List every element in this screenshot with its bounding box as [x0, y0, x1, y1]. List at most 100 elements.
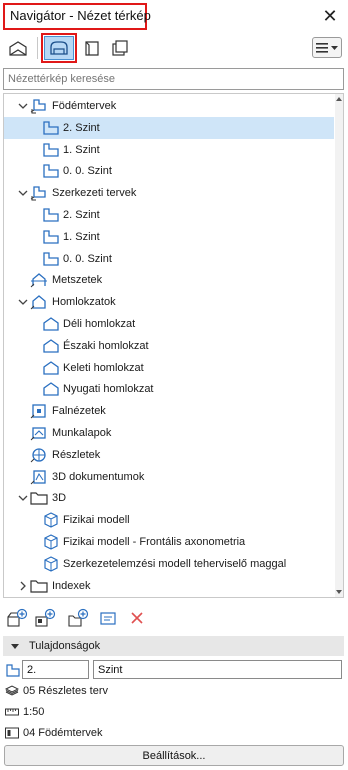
tree-item-label: Fizikai modell - Frontális axonometria [63, 536, 246, 548]
scale-row[interactable]: 1:50 [3, 702, 44, 722]
tree-item-label: 2. Szint [63, 121, 100, 134]
floor-plan-icon [42, 250, 60, 268]
tree-item-label: Falnézetek [52, 405, 106, 418]
floor-plan-folder-icon [30, 184, 48, 202]
tree-item[interactable]: 1. Szint [4, 139, 334, 161]
toolbar-separator [37, 37, 38, 59]
scale-ruler-icon [3, 707, 21, 717]
tree-item-label: Munkalapok [52, 427, 112, 439]
tree-item-label: 3D [52, 492, 67, 505]
floor-plan-icon [42, 162, 60, 180]
tree-item[interactable]: Keleti homlokzat [4, 357, 334, 379]
floor-plan-icon [42, 206, 60, 224]
navigator-toolbar [0, 33, 348, 63]
new-folder-icon[interactable] [66, 607, 90, 629]
tree-item[interactable]: Nyugati homlokzat [4, 378, 334, 400]
tree-item[interactable]: Homlokzatok [4, 291, 334, 313]
tree-item[interactable]: Északi homlokzat [4, 335, 334, 357]
3d-view-icon [42, 533, 60, 551]
tree-scrollbar[interactable] [335, 94, 343, 597]
tree-item-label: 2. Szint [63, 209, 100, 221]
tree-item-label: Nyugati homlokzat [63, 383, 154, 396]
tree-item-label: 1. Szint [63, 143, 100, 156]
expanded-chevron-icon[interactable] [18, 493, 28, 503]
tree-actions-toolbar [0, 604, 348, 632]
expanded-chevron-icon[interactable] [18, 297, 28, 307]
tree-item[interactable]: Munkalapok [4, 422, 334, 444]
tree-item[interactable]: Metszetek [4, 269, 334, 291]
tree-item-label: Homlokzatok [52, 296, 116, 309]
tree-item-label: Indexek [52, 579, 91, 592]
tree-item-label: 1. Szint [63, 230, 100, 243]
model-view-option-row[interactable]: 04 Födémtervek [3, 723, 102, 743]
hamburger-menu-icon[interactable] [312, 37, 342, 58]
tree-item-label: Déli homlokzat [63, 318, 136, 330]
tree-item[interactable]: Indexek [4, 575, 334, 597]
section-icon [30, 271, 48, 289]
clone-folder-icon[interactable] [33, 607, 57, 629]
view-settings-icon[interactable] [96, 607, 120, 629]
tree-item-label: Északi homlokzat [63, 339, 149, 352]
expanded-chevron-icon[interactable] [18, 101, 28, 111]
tree-item[interactable]: Födémtervek [4, 95, 334, 117]
project-map-icon[interactable] [4, 35, 32, 61]
publisher-sets-icon[interactable] [106, 35, 134, 61]
tree-item[interactable]: 2. Szint [4, 116, 334, 139]
interior-elevation-icon [30, 402, 48, 420]
view-map-tree: Födémtervek 2. Szint 1. Szint 0. 0. Szint Sz… [3, 93, 344, 598]
properties-header[interactable]: Tulajdonságok [3, 636, 344, 656]
tree-item[interactable]: Részletek [4, 444, 334, 466]
floor-plan-icon [5, 662, 21, 681]
view-map-icon[interactable] [45, 35, 73, 61]
collapsed-chevron-icon[interactable] [18, 581, 28, 591]
detail-icon [30, 446, 48, 464]
scroll-up-arrow-icon[interactable] [336, 97, 342, 101]
tree-item[interactable]: Déli homlokzat [4, 313, 334, 335]
layers-icon [3, 685, 21, 697]
elevation-icon [42, 380, 60, 398]
tree-item-label: 3D dokumentumok [52, 470, 145, 483]
properties-title: Tulajdonságok [29, 640, 101, 652]
tree-item[interactable]: Fizikai modell [4, 509, 334, 531]
view-id-field[interactable] [22, 660, 89, 679]
tree-item-label: Szerkezeti tervek [52, 187, 137, 200]
scroll-down-arrow-icon[interactable] [336, 590, 342, 594]
tree-item[interactable]: Szerkezeti tervek [4, 182, 334, 204]
tree-item[interactable]: 3D dokumentumok [4, 466, 334, 488]
tree-item-label: Keleti homlokzat [63, 361, 144, 374]
layout-book-icon[interactable] [78, 35, 106, 61]
elevation-icon [42, 337, 60, 355]
elevation-icon [42, 315, 60, 333]
tree-item-label: Metszetek [52, 274, 103, 287]
3d-view-icon [42, 555, 60, 573]
tree-item-label: Födémtervek [52, 100, 117, 112]
floor-plan-folder-icon [30, 97, 48, 115]
layer-combination-value: 05 Részletes terv [23, 685, 108, 697]
tree-item[interactable]: 0. 0. Szint [4, 160, 334, 182]
tree-item[interactable]: Falnézetek [4, 400, 334, 422]
tree-item-label: 0. 0. Szint [63, 165, 112, 178]
tree-item[interactable]: Fizikai modell - Frontális axonometria [4, 531, 334, 553]
worksheet-icon [30, 424, 48, 442]
tree-item-label: 0. 0. Szint [63, 252, 112, 265]
folder-icon [30, 577, 48, 595]
expanded-chevron-icon[interactable] [18, 188, 28, 198]
elevation-icon [42, 359, 60, 377]
search-input[interactable] [3, 68, 344, 90]
tree-item[interactable]: 0. 0. Szint [4, 248, 334, 270]
view-name-field[interactable] [93, 660, 342, 679]
scale-value: 1:50 [23, 706, 45, 718]
tree-item[interactable]: 2. Szint [4, 204, 334, 226]
floor-plan-icon [42, 119, 60, 137]
settings-button[interactable]: Beállítások... [4, 745, 344, 766]
tree-item[interactable]: 3D [4, 487, 334, 509]
layer-combination-row[interactable]: 05 Részletes terv [3, 681, 108, 701]
tree-item[interactable]: Szerkezetelemzési modell teherviselő mag… [4, 553, 334, 575]
delete-icon[interactable] [125, 607, 149, 629]
new-view-icon[interactable] [5, 607, 29, 629]
close-icon[interactable]: ✕ [320, 6, 340, 26]
3d-view-icon [42, 511, 60, 529]
floor-plan-icon [42, 228, 60, 246]
tree-item[interactable]: 1. Szint [4, 226, 334, 248]
floor-plan-icon [42, 141, 60, 159]
